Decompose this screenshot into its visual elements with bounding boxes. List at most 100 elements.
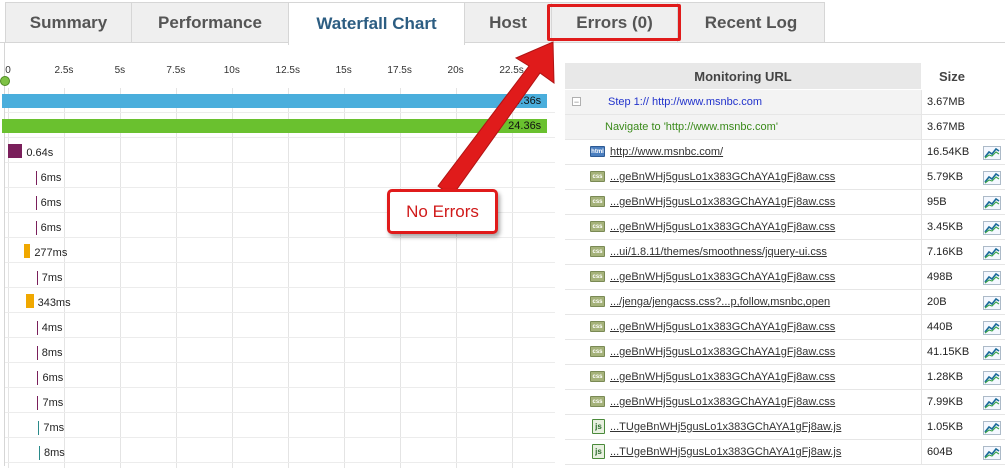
resource-link[interactable]: ...ui/1.8.11/themes/smoothness/jquery-ui…: [610, 246, 827, 258]
resource-link[interactable]: ...geBnWHj5gusLo1x383GChAYA1gFj8aw.css: [610, 346, 835, 358]
css-file-icon: css: [590, 321, 605, 332]
tab-performance[interactable]: Performance: [131, 2, 289, 42]
timing-bar[interactable]: [25, 294, 34, 308]
resource-link[interactable]: ...geBnWHj5gusLo1x383GChAYA1gFj8aw.css: [610, 196, 835, 208]
timing-tick[interactable]: [36, 271, 38, 285]
table-row[interactable]: Navigate to 'http://www.msnbc.com' 3.67MB: [565, 115, 1005, 140]
table-row[interactable]: css ...geBnWHj5gusLo1x383GChAYA1gFj8aw.cs…: [565, 365, 1005, 390]
waterfall-row[interactable]: 7ms: [5, 413, 555, 438]
waterfall-row[interactable]: 0.64s: [5, 138, 555, 163]
css-file-icon: css: [590, 196, 605, 207]
table-row[interactable]: js ...TUgeBnWHj5gusLo1x383GChAYA1gFj8aw.j…: [565, 440, 1005, 465]
tab-host[interactable]: Host: [464, 2, 552, 42]
waterfall-row[interactable]: 6ms: [5, 163, 555, 188]
url-cell: css .../jenga/jengacss.css?...p,follow,ms…: [565, 290, 921, 315]
resource-link[interactable]: ...geBnWHj5gusLo1x383GChAYA1gFj8aw.css: [610, 271, 835, 283]
monitoring-table: Monitoring URL Size − Step 1:// http://ww…: [565, 63, 1005, 466]
trend-chart-icon[interactable]: [983, 171, 1001, 185]
table-row[interactable]: css ...geBnWHj5gusLo1x383GChAYA1gFj8aw.cs…: [565, 215, 1005, 240]
duration-label: 24.36s: [508, 95, 542, 107]
waterfall-row[interactable]: 343ms: [5, 288, 555, 313]
size-cell: 3.67MB: [927, 96, 965, 108]
resource-link[interactable]: http://www.msnbc.com/: [610, 146, 723, 158]
column-header-size[interactable]: Size: [922, 63, 982, 89]
table-row[interactable]: css ...geBnWHj5gusLo1x383GChAYA1gFj8aw.cs…: [565, 390, 1005, 415]
timing-bar[interactable]: [2, 94, 548, 108]
table-row[interactable]: − Step 1:// http://www.msnbc.com 3.67MB: [565, 90, 1005, 115]
trend-chart-icon[interactable]: [983, 196, 1001, 210]
trend-chart-icon[interactable]: [983, 271, 1001, 285]
column-separator: [921, 115, 922, 140]
resource-link[interactable]: ...TUgeBnWHj5gusLo1x383GChAYA1gFj8aw.js: [610, 421, 841, 433]
trend-chart-icon[interactable]: [983, 346, 1001, 360]
table-row[interactable]: css ...geBnWHj5gusLo1x383GChAYA1gFj8aw.cs…: [565, 165, 1005, 190]
trend-chart-icon[interactable]: [983, 221, 1001, 235]
waterfall-row[interactable]: 4ms: [5, 313, 555, 338]
table-row[interactable]: css ...ui/1.8.11/themes/smoothness/jquery…: [565, 240, 1005, 265]
timing-tick[interactable]: [35, 171, 37, 185]
tab-recent-log[interactable]: Recent Log: [677, 2, 825, 42]
duration-label: 7ms: [42, 397, 64, 409]
css-file-icon: css: [590, 246, 605, 257]
trend-chart-icon[interactable]: [983, 396, 1001, 410]
timeline-start-marker[interactable]: [0, 76, 10, 86]
timing-tick[interactable]: [39, 446, 41, 460]
waterfall-row[interactable]: 6ms: [5, 363, 555, 388]
timing-tick[interactable]: [38, 421, 40, 435]
timing-tick[interactable]: [36, 346, 38, 360]
tab-summary[interactable]: Summary: [5, 2, 132, 42]
timing-bar[interactable]: [8, 144, 23, 158]
url-cell: css ...geBnWHj5gusLo1x383GChAYA1gFj8aw.cs…: [565, 390, 921, 415]
resource-link[interactable]: ...geBnWHj5gusLo1x383GChAYA1gFj8aw.css: [610, 221, 835, 233]
timing-tick[interactable]: [35, 221, 37, 235]
table-row[interactable]: html http://www.msnbc.com/16.54KB: [565, 140, 1005, 165]
waterfall-row[interactable]: 8ms: [5, 438, 555, 463]
timing-tick[interactable]: [35, 196, 37, 210]
waterfall-row[interactable]: 24.36s: [2, 113, 555, 138]
resource-link[interactable]: ...geBnWHj5gusLo1x383GChAYA1gFj8aw.css: [610, 321, 835, 333]
timing-tick[interactable]: [36, 321, 38, 335]
css-file-icon: css: [590, 171, 605, 182]
collapse-icon[interactable]: −: [572, 97, 581, 107]
timing-tick[interactable]: [37, 371, 39, 385]
url-cell: css ...geBnWHj5gusLo1x383GChAYA1gFj8aw.cs…: [565, 315, 921, 340]
trend-chart-icon[interactable]: [983, 146, 1001, 160]
size-cell: 7.16KB: [927, 246, 964, 258]
column-header-url[interactable]: Monitoring URL: [565, 63, 921, 89]
waterfall-row[interactable]: 277ms: [5, 238, 555, 263]
trend-chart-icon[interactable]: [983, 421, 1001, 435]
waterfall-row[interactable]: 7ms: [5, 263, 555, 288]
url-cell: Navigate to 'http://www.msnbc.com': [565, 115, 921, 140]
step-label: Navigate to 'http://www.msnbc.com': [605, 121, 778, 133]
resource-link[interactable]: .../jenga/jengacss.css?...p,follow,msnbc…: [610, 296, 830, 308]
tab-waterfall-chart[interactable]: Waterfall Chart: [288, 2, 465, 45]
js-file-icon: js: [592, 444, 605, 459]
trend-chart-icon[interactable]: [983, 446, 1001, 460]
table-row[interactable]: css ...geBnWHj5gusLo1x383GChAYA1gFj8aw.cs…: [565, 340, 1005, 365]
timing-bar[interactable]: [24, 244, 31, 258]
timing-tick[interactable]: [37, 396, 39, 410]
resource-link[interactable]: ...geBnWHj5gusLo1x383GChAYA1gFj8aw.css: [610, 171, 835, 183]
resource-link[interactable]: ...TUgeBnWHj5gusLo1x383GChAYA1gFj8aw.js: [610, 446, 841, 458]
resource-link[interactable]: ...geBnWHj5gusLo1x383GChAYA1gFj8aw.css: [610, 396, 835, 408]
table-row[interactable]: css ...geBnWHj5gusLo1x383GChAYA1gFj8aw.cs…: [565, 315, 1005, 340]
css-file-icon: css: [590, 271, 605, 282]
table-row[interactable]: js ...TUgeBnWHj5gusLo1x383GChAYA1gFj8aw.j…: [565, 415, 1005, 440]
url-cell: js ...TUgeBnWHj5gusLo1x383GChAYA1gFj8aw.j…: [565, 415, 921, 440]
trend-chart-icon[interactable]: [983, 296, 1001, 310]
table-row[interactable]: css ...geBnWHj5gusLo1x383GChAYA1gFj8aw.cs…: [565, 190, 1005, 215]
axis-tick-label: 5s: [114, 65, 126, 76]
trend-chart-icon[interactable]: [983, 321, 1001, 335]
table-row[interactable]: css ...geBnWHj5gusLo1x383GChAYA1gFj8aw.cs…: [565, 265, 1005, 290]
trend-chart-icon[interactable]: [983, 246, 1001, 260]
url-cell: html http://www.msnbc.com/: [565, 140, 921, 165]
axis-tick-label: 0: [5, 65, 11, 76]
resource-link[interactable]: ...geBnWHj5gusLo1x383GChAYA1gFj8aw.css: [610, 371, 835, 383]
waterfall-row[interactable]: 7ms: [5, 388, 555, 413]
timing-bar[interactable]: [2, 119, 548, 133]
waterfall-row[interactable]: 8ms: [5, 338, 555, 363]
table-row[interactable]: css .../jenga/jengacss.css?...p,follow,ms…: [565, 290, 1005, 315]
trend-chart-icon[interactable]: [983, 371, 1001, 385]
size-cell: 5.79KB: [927, 171, 964, 183]
waterfall-row[interactable]: 24.36s: [2, 88, 555, 113]
